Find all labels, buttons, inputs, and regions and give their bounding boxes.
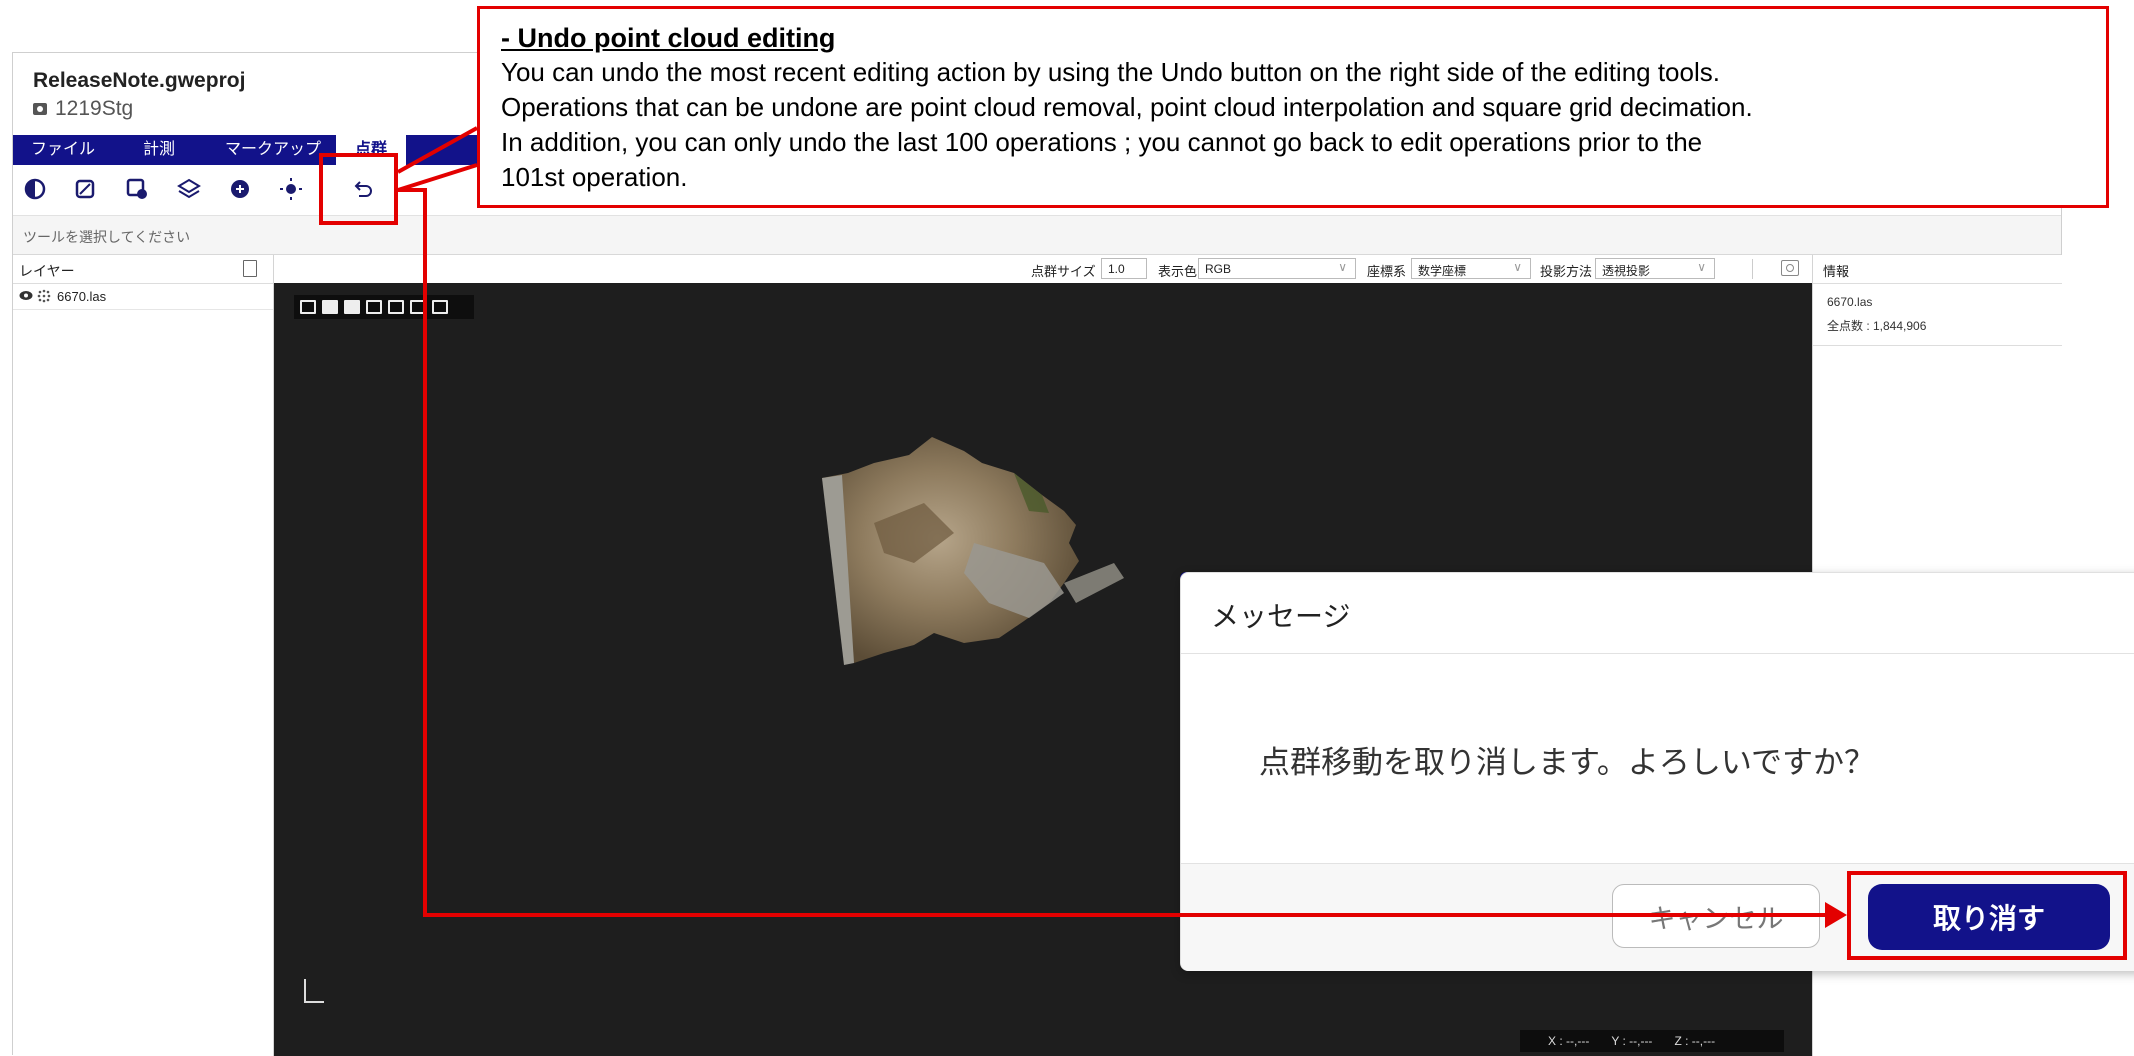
annotation-title: - Undo point cloud editing [501, 23, 836, 53]
annotation-line: In addition, you can only undo the last … [501, 127, 1703, 157]
annotation-line: Operations that can be undone are point … [501, 92, 1753, 122]
annotation-line: 101st operation. [501, 162, 688, 192]
annotation-line: You can undo the most recent editing act… [501, 57, 1720, 87]
annotation-callout: - Undo point cloud editing You can undo … [477, 6, 2109, 208]
annotation-body: You can undo the most recent editing act… [501, 55, 2091, 195]
